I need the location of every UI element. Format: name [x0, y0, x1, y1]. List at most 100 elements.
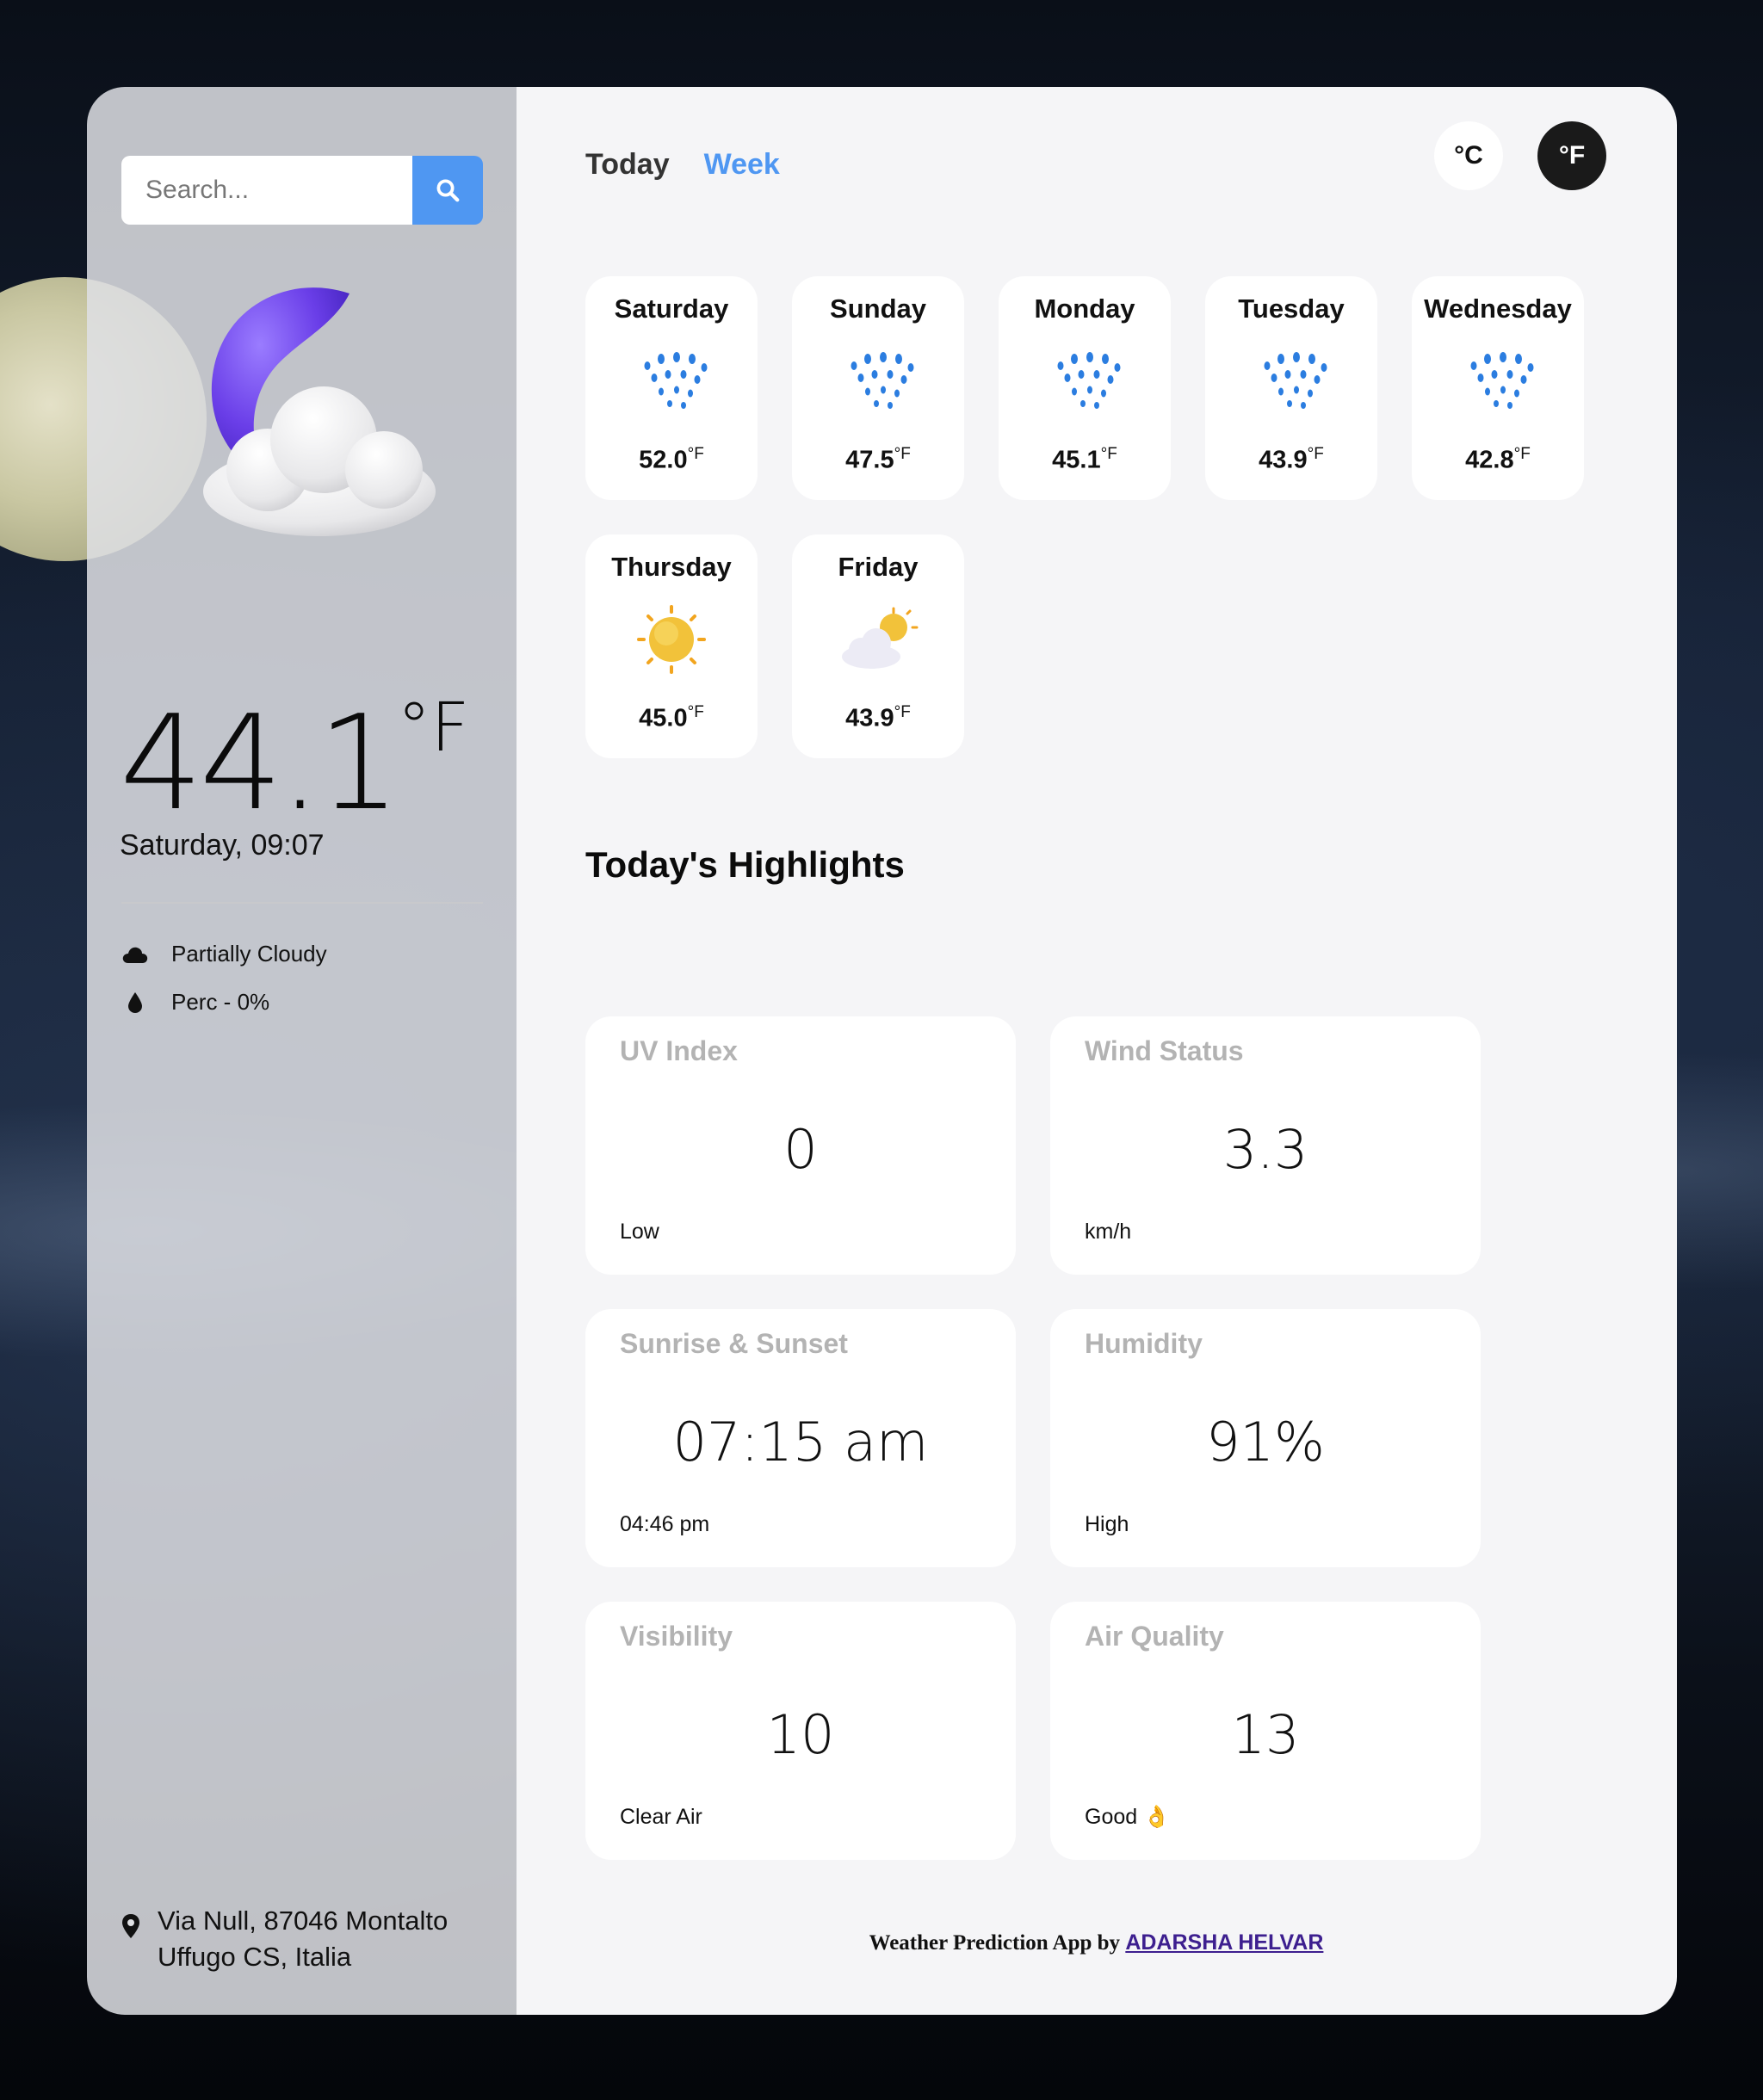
highlight-status: Low: [620, 1220, 659, 1244]
divider: [121, 902, 483, 904]
day-temp: 52.0°F: [585, 445, 758, 475]
current-temperature: 44.1°F: [120, 695, 469, 829]
celsius-button[interactable]: °C: [1434, 121, 1503, 190]
unit-toggle: °C °F: [1434, 121, 1606, 190]
day-temp: 42.8°F: [1412, 445, 1584, 475]
day-temp: 47.5°F: [792, 445, 964, 475]
highlight-air-quality: Air Quality 13 Good 👌: [1050, 1602, 1481, 1860]
condition-row: Partially Cloudy: [121, 941, 327, 967]
highlight-title: Humidity: [1085, 1328, 1203, 1359]
day-name: Monday: [1034, 293, 1135, 324]
location-line1: Via Null, 87046 Montalto: [158, 1905, 448, 1936]
partly-cloudy-icon: [842, 607, 919, 669]
day-temp: 43.9°F: [792, 703, 964, 733]
view-tabs: Today Week: [585, 134, 780, 195]
highlight-value: 13: [1231, 1703, 1300, 1766]
rain-icon: [1264, 352, 1327, 409]
day-name: Saturday: [614, 293, 729, 324]
footer-text: Weather Prediction App by: [869, 1931, 1126, 1955]
highlight-wind-status: Wind Status 3.3 km/h: [1050, 1016, 1481, 1275]
rain-icon: [851, 352, 914, 409]
search-input[interactable]: [121, 156, 412, 225]
day-temp: 45.0°F: [585, 703, 758, 733]
day-temp: 45.1°F: [999, 445, 1171, 475]
cloud-icon: [121, 945, 156, 964]
highlight-sunrise-sunset: Sunrise & Sunset 07:15 am 04:46 pm: [585, 1309, 1016, 1567]
moon-cloud-icon: [203, 287, 436, 536]
day-temp-unit: °F: [894, 445, 911, 463]
day-name: Tuesday: [1238, 293, 1345, 324]
day-card[interactable]: Sunday 47.5°F: [792, 276, 964, 500]
day-temp: 43.9°F: [1205, 445, 1377, 475]
day-card[interactable]: Friday 43.9°F: [792, 534, 964, 758]
highlight-value: 91%: [1206, 1411, 1325, 1473]
highlight-value: 10: [766, 1703, 835, 1766]
fahrenheit-button[interactable]: °F: [1537, 121, 1606, 190]
footer: Weather Prediction App by ADARSHA HELVAR: [517, 1930, 1676, 1955]
day-temp-value: 43.9: [1259, 446, 1308, 474]
search-box: [121, 156, 483, 225]
day-card[interactable]: Saturday 52.0°F: [585, 276, 758, 500]
current-datetime: Saturday, 09:07: [120, 829, 325, 862]
highlight-status: Clear Air: [620, 1805, 702, 1829]
day-name: Sunday: [830, 293, 926, 324]
day-temp-unit: °F: [1513, 445, 1531, 463]
day-temp-value: 45.1: [1052, 446, 1101, 474]
main-panel: Today Week °C °F Saturday 52.0°F Sunday …: [517, 87, 1677, 2015]
highlight-value: 07:15 am: [672, 1411, 929, 1473]
location-line2: Uffugo CS, Italia: [158, 1942, 352, 1972]
highlight-status: km/h: [1085, 1220, 1132, 1244]
highlights-title: Today's Highlights: [585, 844, 905, 885]
day-temp-value: 42.8: [1465, 446, 1514, 474]
day-card[interactable]: Thursday 45.0°F: [585, 534, 758, 758]
highlights-grid: UV Index 0 Low Wind Status 3.3 km/h Sunr…: [585, 1016, 1481, 1860]
droplet-icon: [121, 991, 156, 1014]
highlight-uv-index: UV Index 0 Low: [585, 1016, 1016, 1275]
location-text: Via Null, 87046 Montalto Uffugo CS, Ital…: [158, 1903, 448, 1975]
day-card[interactable]: Tuesday 43.9°F: [1205, 276, 1377, 500]
day-temp-value: 43.9: [845, 704, 894, 732]
condition-text: Partially Cloudy: [171, 941, 327, 967]
highlight-visibility: Visibility 10 Clear Air: [585, 1602, 1016, 1860]
day-card[interactable]: Monday 45.1°F: [999, 276, 1171, 500]
author-link[interactable]: ADARSHA HELVAR: [1125, 1930, 1323, 1955]
day-temp-unit: °F: [1307, 445, 1324, 463]
day-temp-value: 47.5: [845, 446, 894, 474]
rain-icon: [1057, 352, 1121, 409]
highlight-title: Wind Status: [1085, 1035, 1244, 1066]
temperature-unit: °F: [397, 689, 470, 767]
day-temp-unit: °F: [687, 445, 704, 463]
day-temp-unit: °F: [687, 703, 704, 721]
rain-icon: [1470, 352, 1534, 409]
highlight-title: Sunrise & Sunset: [620, 1328, 848, 1359]
highlight-title: UV Index: [620, 1035, 738, 1066]
tab-today[interactable]: Today: [585, 134, 670, 195]
highlight-status: Good 👌: [1085, 1805, 1171, 1829]
highlight-status: High: [1085, 1512, 1129, 1536]
day-name: Thursday: [611, 552, 732, 582]
temperature-value: 44.1: [120, 687, 400, 839]
day-temp-value: 45.0: [639, 704, 688, 732]
highlight-title: Air Quality: [1085, 1621, 1224, 1652]
rain-icon: [644, 352, 708, 409]
tab-week[interactable]: Week: [704, 134, 780, 195]
sidebar: 44.1°F Saturday, 09:07 Partially Cloudy …: [87, 87, 517, 2015]
app-card: 44.1°F Saturday, 09:07 Partially Cloudy …: [87, 87, 1677, 2015]
highlight-status: 04:46 pm: [620, 1512, 710, 1536]
search-button[interactable]: [412, 156, 483, 225]
day-temp-value: 52.0: [639, 446, 688, 474]
sun-icon: [637, 605, 706, 674]
day-name: Wednesday: [1424, 293, 1572, 324]
map-pin-icon: [121, 1903, 147, 1943]
search-icon: [436, 179, 460, 202]
day-temp-unit: °F: [894, 703, 911, 721]
highlight-value: 3.3: [1222, 1118, 1308, 1181]
precipitation-text: Perc - 0%: [171, 989, 270, 1015]
day-card[interactable]: Wednesday 42.8°F: [1412, 276, 1584, 500]
highlight-value: 0: [783, 1118, 818, 1181]
location: Via Null, 87046 Montalto Uffugo CS, Ital…: [121, 1903, 448, 1975]
day-name: Friday: [838, 552, 919, 582]
precipitation-row: Perc - 0%: [121, 989, 269, 1016]
highlight-title: Visibility: [620, 1621, 733, 1652]
day-temp-unit: °F: [1100, 445, 1117, 463]
